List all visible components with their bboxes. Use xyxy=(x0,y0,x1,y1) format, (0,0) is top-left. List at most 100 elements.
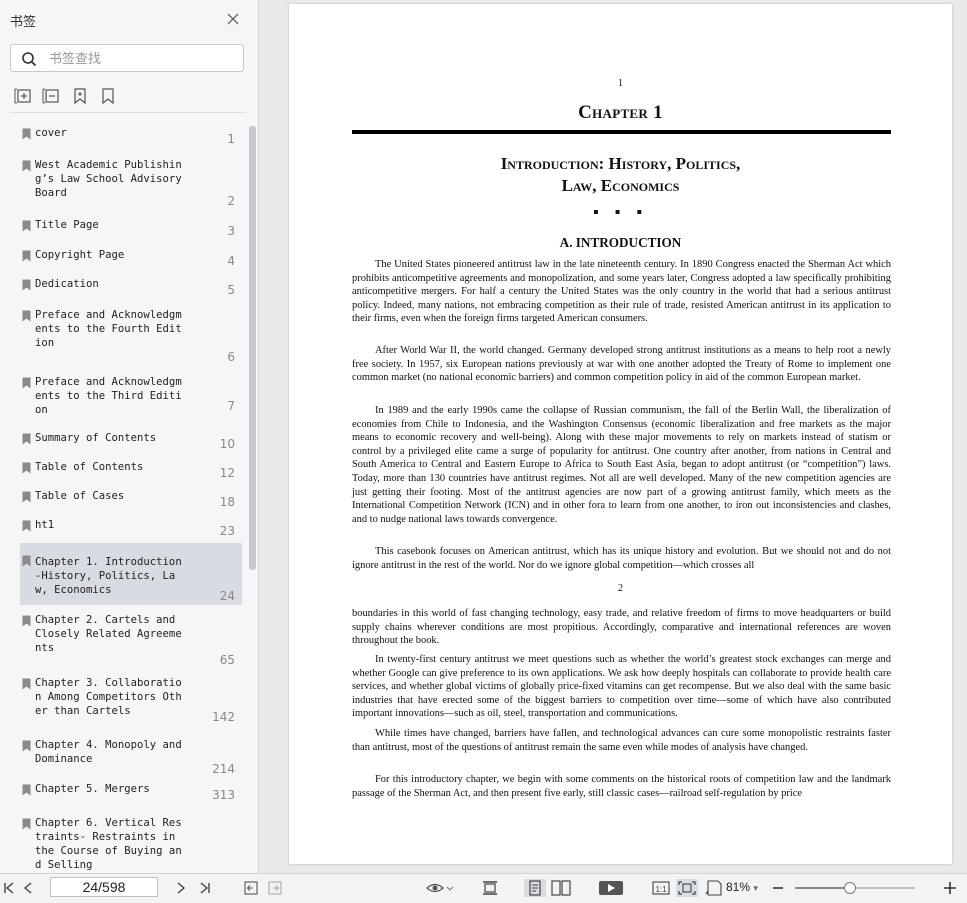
document-viewport[interactable]: 1 Chapter 1 Introduction: History, Polit… xyxy=(259,0,967,873)
bookmark-flag-icon xyxy=(22,128,31,140)
page-number-input[interactable]: 24/598 xyxy=(50,877,158,897)
bookmark-flag-icon xyxy=(22,220,31,232)
bookmark-item[interactable]: ht1 23 xyxy=(20,518,242,540)
close-icon[interactable] xyxy=(226,12,240,26)
bookmark-item[interactable]: Summary of Contents 10 xyxy=(20,431,242,453)
section-heading: A. INTRODUCTION xyxy=(559,235,682,250)
bookmark-page-number: 24 xyxy=(219,589,235,603)
bookmark-item[interactable]: Chapter 4. Monopoly and Dominance 214 xyxy=(20,738,242,778)
sidebar-title: 书签 xyxy=(10,15,37,30)
bookmark-search-box[interactable] xyxy=(10,44,244,72)
slideshow-icon[interactable] xyxy=(598,879,624,897)
bookmark-item[interactable]: Chapter 3. Collaboration Among Competito… xyxy=(20,676,242,726)
document-page: 1 Chapter 1 Introduction: History, Polit… xyxy=(289,4,952,864)
bookmark-search-input[interactable] xyxy=(47,48,241,70)
actual-size-icon[interactable]: 1:1 xyxy=(651,879,671,897)
bookmark-label: Dedication xyxy=(35,278,99,290)
bookmark-page-number: 3 xyxy=(227,224,235,238)
previous-page-icon[interactable] xyxy=(22,879,34,897)
paragraph: In twenty-first century antitrust we mee… xyxy=(352,654,891,720)
bookmark-item[interactable]: Chapter 5. Mergers 313 xyxy=(20,782,242,804)
first-page-icon[interactable] xyxy=(2,879,16,897)
double-page-icon[interactable] xyxy=(550,879,572,897)
bookmark-item[interactable]: West Academic Publishing’s Law School Ad… xyxy=(20,158,242,210)
bottom-toolbar: 24/598 1:1 81% ▾ xyxy=(0,873,967,903)
forward-icon[interactable] xyxy=(267,879,283,897)
bookmark-flag-icon xyxy=(22,784,31,796)
ornament: ▪ ▪ ▪ xyxy=(592,204,648,221)
bookmark-page-number: 12 xyxy=(219,466,235,480)
bookmark-page-number: 23 xyxy=(219,524,235,538)
zoom-value: 81% xyxy=(726,880,751,894)
single-page-icon[interactable] xyxy=(524,879,546,897)
bookmark-flag-icon xyxy=(22,491,31,503)
sidebar-scrollbar[interactable] xyxy=(249,126,256,570)
bookmark-item[interactable]: Dedication 5 xyxy=(20,277,242,299)
bookmark-list: cover 1 West Academic Publishing’s Law Sch… xyxy=(0,122,248,873)
bookmark-page-number: 142 xyxy=(212,710,235,724)
bookmark-flag-icon xyxy=(22,462,31,474)
bookmark-flag-icon xyxy=(22,818,31,830)
bookmark-item[interactable]: Chapter 6. Vertical Restraints- Restrain… xyxy=(20,816,242,873)
bookmark-flag-icon xyxy=(22,160,31,172)
bookmark-flag-icon xyxy=(22,740,31,752)
bookmark-label: Chapter 3. Collaboration Among Competito… xyxy=(35,677,182,717)
eye-protection-icon[interactable] xyxy=(425,879,455,897)
paragraph: This casebook focuses on American antitr… xyxy=(352,546,891,571)
bookmark-item[interactable]: Table of Contents 12 xyxy=(20,460,242,482)
add-bookmark-icon[interactable] xyxy=(70,86,90,106)
bookmark-flag-icon xyxy=(22,377,31,389)
bookmark-label: Copyright Page xyxy=(35,249,125,261)
bookmark-item[interactable]: cover 1 xyxy=(20,126,242,148)
bookmark-page-number: 10 xyxy=(219,437,235,451)
bookmark-label: Chapter 1. Introduction-History, Politic… xyxy=(35,556,182,596)
back-icon[interactable] xyxy=(243,879,259,897)
bookmark-flag-icon xyxy=(22,615,31,627)
bookmark-label: Summary of Contents xyxy=(35,432,157,444)
zoom-options-icon[interactable] xyxy=(704,879,724,897)
zoom-out-icon[interactable] xyxy=(771,879,785,897)
chapter-heading: Chapter 1 xyxy=(578,102,663,123)
chapter-title-line1: Introduction: History, Politics, xyxy=(500,154,741,173)
bookmark-label: Chapter 6. Vertical Restraints- Restrain… xyxy=(35,817,182,871)
zoom-slider[interactable] xyxy=(795,882,915,894)
bookmark-label: cover xyxy=(35,127,67,139)
paragraph: While times have changed, barriers have … xyxy=(352,728,891,753)
bookmark-flag-icon xyxy=(22,555,31,567)
bookmark-item[interactable]: Table of Cases 18 xyxy=(20,489,242,511)
search-icon xyxy=(22,52,37,67)
bookmark-item[interactable]: Preface and Acknowledgments to the Third… xyxy=(20,375,242,416)
bookmark-flag-icon xyxy=(22,310,31,322)
bookmark-page-number: 214 xyxy=(212,762,235,776)
bookmark-item[interactable]: Preface and Acknowledgments to the Fourt… xyxy=(20,308,242,366)
page-number: 1 xyxy=(618,78,623,89)
paragraph: The United States pioneered antitrust la… xyxy=(352,259,891,325)
bookmark-label: Table of Cases xyxy=(35,490,125,502)
next-page-icon[interactable] xyxy=(175,879,187,897)
bookmark-item[interactable]: Copyright Page 4 xyxy=(20,248,242,270)
svg-text:1:1: 1:1 xyxy=(655,885,667,894)
bookmark-item[interactable]: Chapter 2. Cartels and Closely Related A… xyxy=(20,613,242,669)
fit-page-icon[interactable] xyxy=(676,879,698,897)
bookmark-item[interactable]: Chapter 1. Introduction-History, Politic… xyxy=(20,543,242,605)
bookmark-label: Table of Contents xyxy=(35,461,144,473)
bookmark-item[interactable]: Title Page 3 xyxy=(20,218,242,240)
zoom-slider-thumb[interactable] xyxy=(844,882,857,894)
zoom-level[interactable]: 81% ▾ xyxy=(726,880,758,894)
bookmark-page-number: 7 xyxy=(227,399,235,413)
fit-width-icon[interactable] xyxy=(480,879,500,897)
bookmark-page-number: 6 xyxy=(227,350,235,364)
bookmark-page-number: 1 xyxy=(227,132,235,146)
expand-all-icon[interactable] xyxy=(14,86,34,106)
last-page-icon[interactable] xyxy=(198,879,212,897)
collapse-all-icon[interactable] xyxy=(42,86,62,106)
bookmark-label: Chapter 5. Mergers xyxy=(35,783,150,795)
chapter-title-line2: Law, Economics xyxy=(561,176,680,195)
bookmark-label: Chapter 4. Monopoly and Dominance xyxy=(35,739,189,765)
bookmark-label: ht1 xyxy=(35,519,55,531)
bookmark-label: Chapter 2. Cartels and Closely Related A… xyxy=(35,614,182,654)
paragraph: After World War II, the world changed. G… xyxy=(352,345,891,384)
bookmark-icon[interactable] xyxy=(98,86,118,106)
zoom-in-icon[interactable] xyxy=(943,879,957,897)
bookmark-page-number: 2 xyxy=(227,194,235,208)
